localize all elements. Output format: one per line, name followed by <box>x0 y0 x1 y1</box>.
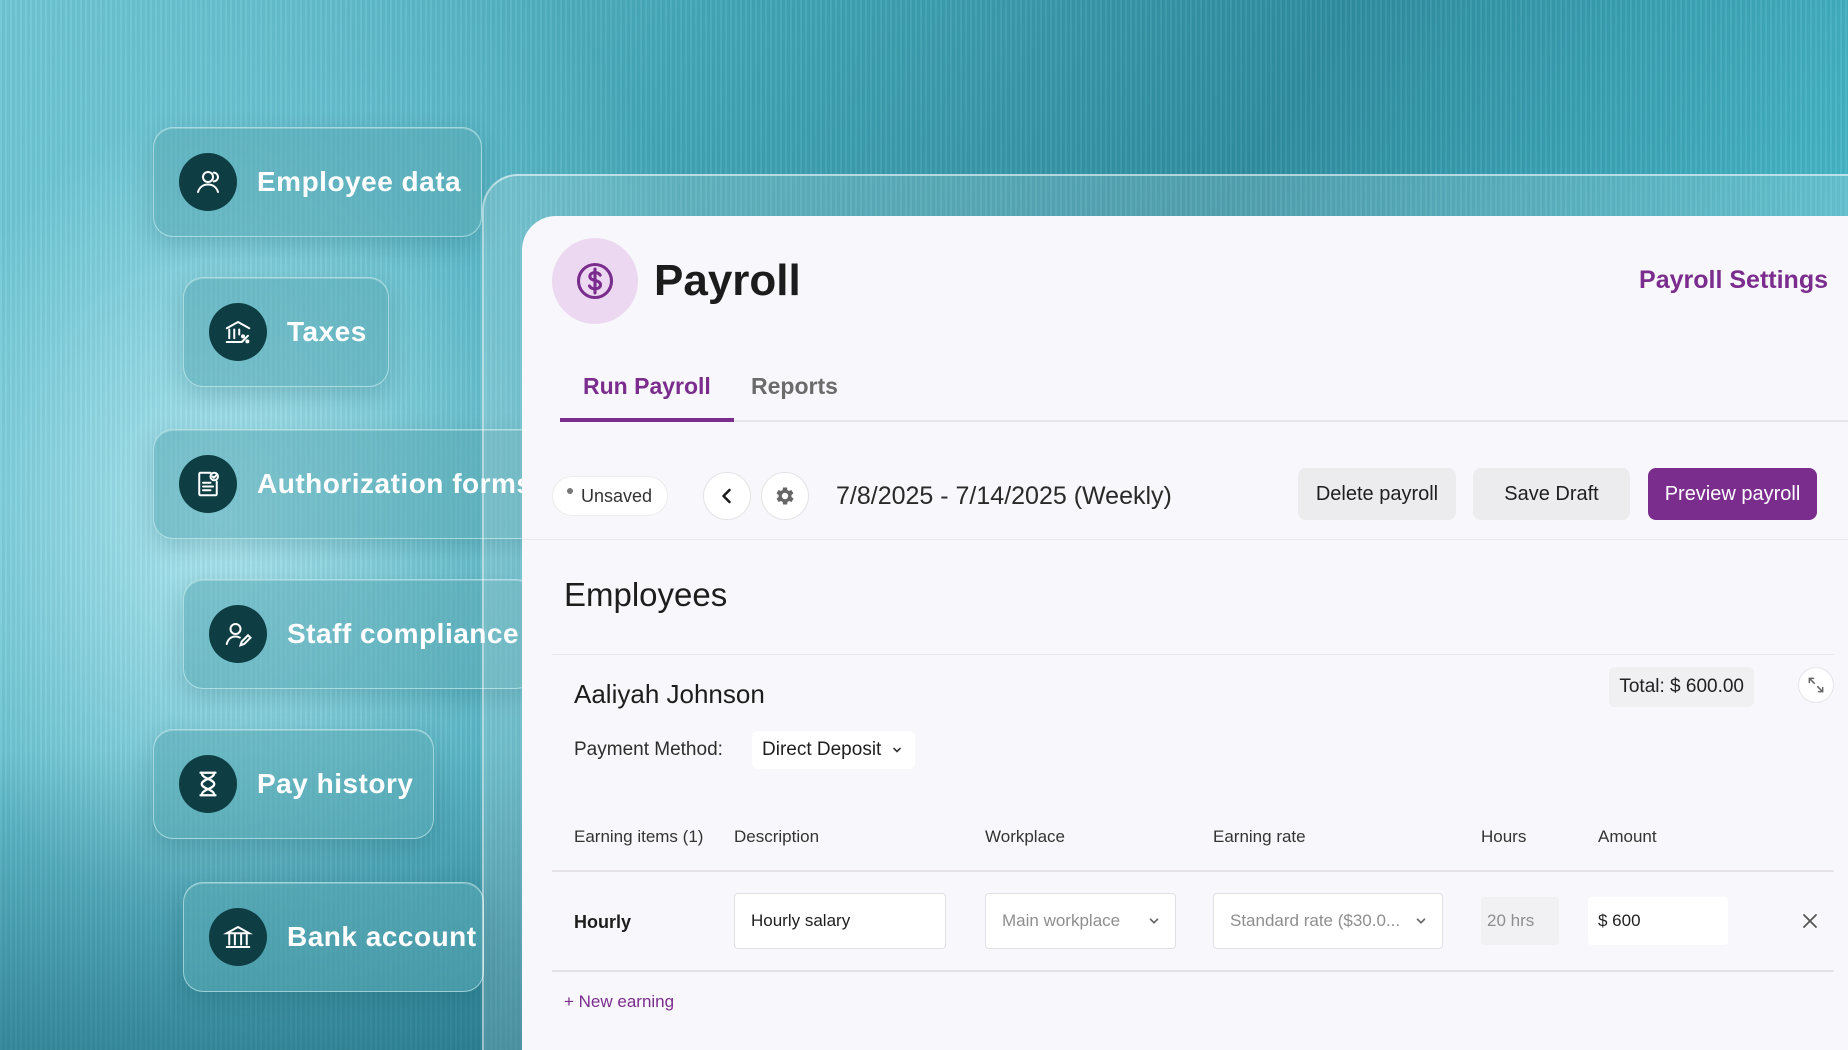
feature-taxes: Taxes <box>183 277 389 387</box>
bank-icon <box>209 908 267 966</box>
payment-method-value: Direct Deposit <box>762 739 882 760</box>
feature-bank-account: Bank account <box>183 882 484 992</box>
feature-label: Employee data <box>257 166 462 197</box>
hourglass-icon <box>179 755 237 813</box>
expand-icon <box>1808 677 1824 693</box>
payment-method-select[interactable]: Direct Deposit <box>752 731 916 769</box>
column-header-amount: Amount <box>1598 827 1657 846</box>
payment-method-label: Payment Method: <box>574 739 723 760</box>
save-draft-button[interactable]: Save Draft <box>1473 468 1630 520</box>
feature-pay-history: Pay history <box>153 729 434 839</box>
expand-button[interactable] <box>1798 667 1834 703</box>
column-header-description: Description <box>734 827 820 846</box>
payroll-toolbar: Unsaved 7/8/2025 - 7/14/2025 (Weekly) De… <box>522 464 1848 540</box>
payroll-header: Payroll <box>552 238 801 324</box>
chevron-down-icon <box>893 747 902 753</box>
page-title: Payroll <box>654 256 801 305</box>
dollar-circle-icon <box>552 238 638 324</box>
column-header-earning-rate: Earning rate <box>1213 827 1306 846</box>
feature-label: Pay history <box>257 768 414 799</box>
chevron-left-icon <box>722 488 731 504</box>
preview-payroll-button[interactable]: Preview payroll <box>1648 468 1817 520</box>
feature-label: Taxes <box>287 316 367 347</box>
divider <box>552 970 1834 972</box>
user-icon <box>179 153 237 211</box>
earning-rate-value: Standard rate ($30.0... <box>1230 911 1401 930</box>
status-badge: Unsaved <box>552 476 669 516</box>
feature-label: Bank account <box>287 921 477 952</box>
payroll-tabs: Run Payroll Reports <box>560 366 1848 422</box>
employee-card: Aaliyah Johnson Total: $ 600.00 Payment … <box>552 654 1834 1050</box>
delete-payroll-button[interactable]: Delete payroll <box>1298 468 1456 520</box>
new-earning-button[interactable]: + New earning <box>564 992 674 1012</box>
close-icon[interactable] <box>1800 911 1820 931</box>
tab-run-payroll[interactable]: Run Payroll <box>560 366 734 422</box>
employee-name: Aaliyah Johnson <box>574 679 765 709</box>
divider <box>552 870 1834 872</box>
hours-input[interactable]: 20 hrs <box>1481 897 1559 945</box>
earning-type: Hourly <box>574 912 632 932</box>
amount-input[interactable]: $ 600 <box>1588 897 1728 945</box>
previous-period-button[interactable] <box>703 472 751 520</box>
period-settings-button[interactable] <box>761 472 809 520</box>
chevron-down-icon <box>1416 918 1426 924</box>
column-header-earning-items: Earning items (1) <box>574 827 704 846</box>
earning-rate-select[interactable]: Standard rate ($30.0... <box>1213 893 1443 949</box>
feature-employee-data: Employee data <box>153 127 482 237</box>
payroll-panel: Payroll Payroll Settings Run Payroll Rep… <box>522 216 1848 1050</box>
status-text: Unsaved <box>581 485 653 506</box>
status-dot <box>567 488 573 494</box>
document-check-icon <box>179 455 237 513</box>
workplace-select[interactable]: Main workplace <box>985 893 1176 949</box>
user-edit-icon <box>209 605 267 663</box>
employees-heading: Employees <box>564 576 728 613</box>
bank-percent-icon <box>209 303 267 361</box>
description-input[interactable]: Hourly salary <box>734 893 946 949</box>
employee-total: Total: $ 600.00 <box>1609 667 1754 707</box>
payroll-settings-link[interactable]: Payroll Settings <box>1639 266 1828 295</box>
column-header-workplace: Workplace <box>985 827 1065 846</box>
pay-period: 7/8/2025 - 7/14/2025 (Weekly) <box>836 482 1172 510</box>
gear-icon <box>776 487 794 505</box>
workplace-value: Main workplace <box>1002 911 1121 930</box>
tab-reports[interactable]: Reports <box>728 366 861 422</box>
column-header-hours: Hours <box>1481 827 1527 846</box>
chevron-down-icon <box>1149 918 1159 924</box>
